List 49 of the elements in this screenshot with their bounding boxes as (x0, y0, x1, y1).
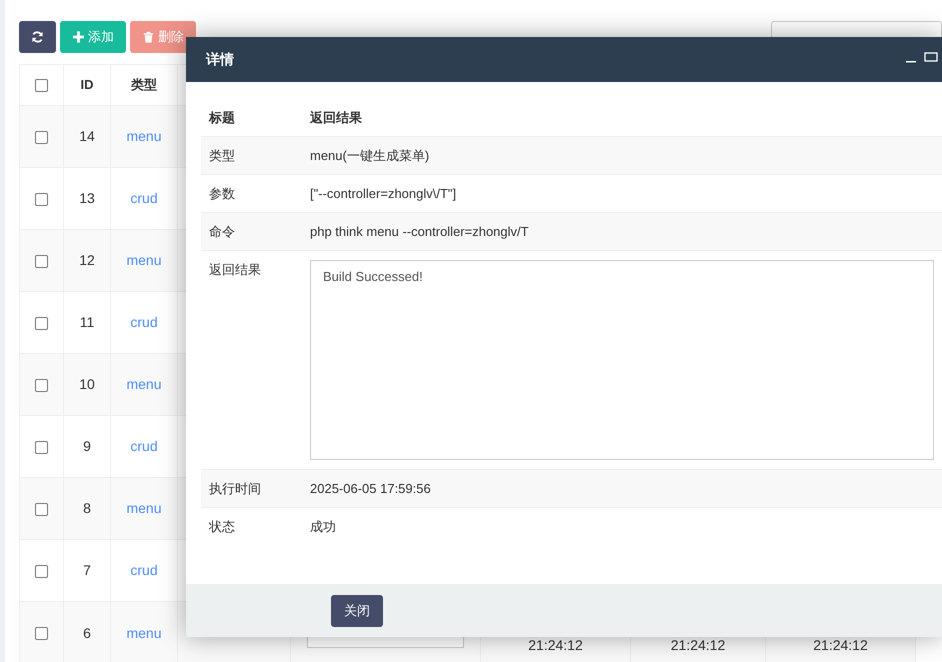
field-value: menu(一键生成菜单) (310, 148, 430, 163)
field-value: 2025-06-05 17:59:56 (310, 481, 431, 496)
checkbox[interactable] (35, 378, 48, 392)
refresh-button[interactable] (19, 21, 56, 53)
field-label: 类型 (209, 148, 235, 163)
checkbox[interactable] (35, 192, 48, 206)
type-link[interactable]: menu (126, 624, 162, 640)
type-link[interactable]: crud (130, 314, 158, 330)
field-value: php think menu --controller=zhonglv/T (310, 224, 529, 239)
type-link[interactable]: menu (126, 500, 162, 516)
type-link[interactable]: crud (130, 438, 158, 454)
plus-icon (72, 30, 85, 44)
checkbox[interactable] (35, 130, 48, 144)
checkbox[interactable] (35, 440, 48, 454)
checkbox[interactable] (35, 79, 48, 92)
field-label: 状态 (209, 519, 235, 534)
type-link[interactable]: crud (130, 190, 158, 206)
add-button[interactable]: 添加 (60, 21, 126, 53)
table-cell: 6 (64, 602, 110, 662)
checkbox[interactable] (35, 502, 48, 516)
time-text: 21:24:12 (813, 636, 868, 655)
checkbox[interactable] (35, 316, 48, 330)
field-value: ["--controller=zhonglv\/T"] (310, 186, 456, 201)
close-button[interactable]: 关闭 (331, 594, 383, 626)
table-cell: 12 (64, 230, 110, 292)
checkbox[interactable] (35, 564, 48, 578)
checkbox[interactable] (35, 627, 48, 640)
refresh-icon (31, 30, 44, 44)
type-link[interactable]: crud (130, 562, 158, 578)
table-cell: 10 (64, 354, 110, 416)
trash-icon (142, 30, 155, 44)
field-label: 返回结果 (209, 262, 261, 277)
type-link[interactable]: menu (126, 128, 162, 144)
field-label: 执行时间 (209, 481, 261, 496)
time-text: 21:24:12 (670, 636, 726, 655)
dialog-title: 详情 (206, 50, 234, 69)
field-label: 参数 (209, 186, 235, 201)
table-cell: 8 (64, 478, 110, 540)
field-value: 成功 (310, 519, 336, 534)
field-label: 命令 (209, 224, 235, 239)
result-textarea[interactable]: Build Successed! (310, 260, 934, 460)
type-link[interactable]: menu (126, 252, 162, 268)
maximize-icon[interactable] (924, 51, 938, 63)
table-cell: 14 (64, 106, 110, 168)
checkbox[interactable] (35, 254, 48, 268)
field-label: 标题 (209, 110, 235, 125)
field-label: 返回结果 (310, 110, 362, 125)
time-text: 21:24:12 (528, 636, 583, 655)
type-link[interactable]: menu (126, 376, 162, 392)
